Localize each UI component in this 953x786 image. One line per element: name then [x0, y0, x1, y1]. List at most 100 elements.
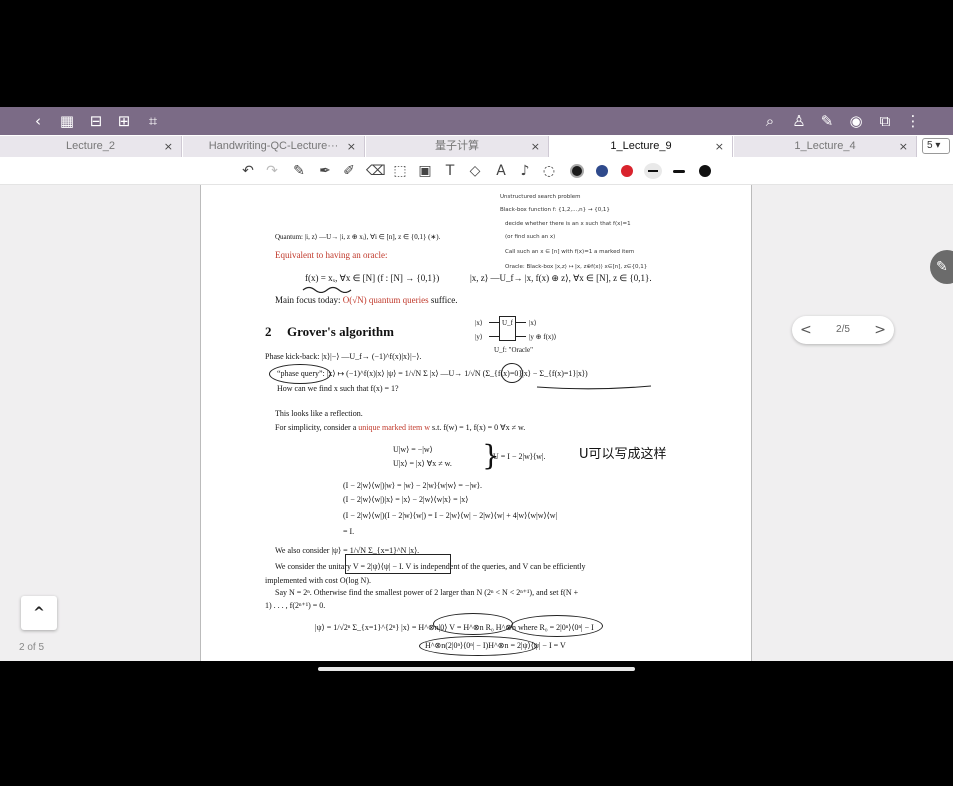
equation-2: (I − 2|w⟩⟨w|)|x⟩ = |x⟩ − 2|w⟩⟨w|x⟩ = |x⟩: [343, 495, 469, 504]
tab-lecture-4[interactable]: 1_Lecture_4 ×: [734, 136, 917, 157]
color-red-swatch[interactable]: [621, 165, 633, 177]
page-indicator: 2 of 5: [19, 642, 45, 653]
circuit-caption: U_f: "Oracle": [494, 346, 533, 354]
back-icon[interactable]: ‹: [28, 111, 48, 131]
more-icon[interactable]: ⋮: [903, 111, 923, 131]
scroll-top-button[interactable]: ^: [21, 596, 57, 630]
lasso-icon[interactable]: ⬚: [391, 162, 409, 180]
handwritten-note: Black-box function f: {1,2,...,n} → {0,1…: [500, 207, 610, 213]
tab-handwriting-qc[interactable]: Handwriting-QC-Lecture··· ×: [183, 136, 365, 157]
page-counter: 2/5: [836, 324, 850, 335]
text-icon[interactable]: T: [441, 162, 459, 180]
tab-quantum-computing[interactable]: 量子计算 ×: [366, 136, 549, 157]
simplicity-pre: For simplicity, consider a: [275, 423, 359, 432]
tab-lecture-9[interactable]: 1_Lecture_9 ×: [550, 136, 733, 157]
quantum-line: Quantum: |i, z⟩ —U→ |i, z ⊕ xᵢ⟩, ∀i ∈ [n…: [275, 233, 441, 241]
u-on-w: U|w⟩ = −|w⟩: [393, 445, 433, 454]
u-on-x: U|x⟩ = |x⟩ ∀x ≠ w.: [393, 459, 452, 468]
handwritten-note: U可以写成这样: [579, 447, 667, 462]
say-line-continued: 1) . . . , f(2ⁿ⁺¹) = 0.: [265, 601, 326, 610]
tab-lecture-2[interactable]: Lecture_2 ×: [0, 136, 182, 157]
close-icon[interactable]: ×: [164, 136, 173, 157]
sticker-icon[interactable]: ◌: [540, 162, 558, 180]
equation-4: = I.: [343, 527, 355, 536]
simplicity-highlight: unique marked item w: [358, 423, 431, 432]
tab-label: 1_Lecture_4: [794, 140, 856, 152]
circuit-wire: [489, 336, 499, 337]
image-icon[interactable]: ▣: [416, 162, 434, 180]
equivalent-oracle: Equivalent to having an oracle:: [275, 250, 388, 260]
main-focus-highlight: O(√N) quantum queries: [342, 295, 429, 305]
find-x-question: How can we find x such that f(x) = 1?: [277, 384, 399, 393]
search-icon[interactable]: ⌕: [760, 111, 780, 131]
marker-icon[interactable]: ✐: [340, 162, 358, 180]
close-icon[interactable]: ×: [347, 136, 356, 157]
close-icon[interactable]: ×: [715, 136, 724, 157]
highlighter-icon[interactable]: ✒: [316, 162, 334, 180]
home-indicator[interactable]: [318, 667, 635, 671]
ocr-icon[interactable]: A: [492, 162, 510, 180]
reflection-text: This looks like a reflection.: [275, 409, 363, 418]
ink-circle: [419, 636, 537, 656]
circuit-input-y: |y⟩: [475, 333, 483, 341]
drawing-toolbar: ↶ ↷ ✎ ✒ ✐ ⌫ ⬚ ▣ T ◇ A ♪ ◌: [0, 157, 953, 185]
ink-circle: [269, 364, 331, 384]
color-black-swatch[interactable]: [570, 164, 584, 178]
next-page-button[interactable]: >: [874, 316, 886, 344]
tab-bar: Lecture_2 × Handwriting-QC-Lecture··· × …: [0, 135, 953, 157]
stroke-medium-option[interactable]: [673, 170, 685, 173]
implemented-line: implemented with cost O(log N).: [265, 576, 371, 585]
squiggle-underline: [302, 286, 352, 293]
document-page[interactable]: Unstructured search problem Black-box fu…: [200, 185, 752, 661]
handwritten-note: decide whether there is an x such that f…: [505, 221, 631, 227]
eraser-icon[interactable]: ⌫: [366, 162, 386, 180]
circuit-input-x: |x⟩: [475, 319, 483, 327]
eye-icon[interactable]: ◉: [846, 111, 866, 131]
circuit-gate-uf: U_f: [499, 316, 516, 341]
circuit-wire: [516, 322, 526, 323]
equation-1: (I − 2|w⟩⟨w|)|w⟩ = |w⟩ − 2|w⟩⟨w|w⟩ = −|w…: [343, 481, 482, 490]
undo-icon[interactable]: ↶: [239, 162, 257, 180]
tab-label: Lecture_2: [66, 140, 115, 152]
add-page-icon[interactable]: ⊞: [114, 111, 134, 131]
grid-icon[interactable]: ▦: [57, 111, 77, 131]
ink-box: [345, 554, 451, 574]
shape-icon[interactable]: ◇: [466, 162, 484, 180]
main-focus-post: suffice.: [428, 295, 458, 305]
handwritten-note: (or find such an x): [505, 234, 556, 240]
pen-icon[interactable]: ✎: [817, 111, 837, 131]
tab-label: 1_Lecture_9: [610, 140, 672, 152]
ink-circle: [433, 613, 513, 635]
tab-label: 量子计算: [435, 140, 479, 152]
prev-page-button[interactable]: <: [800, 316, 812, 344]
simplicity-text: For simplicity, consider a unique marked…: [275, 422, 525, 433]
mic-icon[interactable]: ♪: [516, 162, 534, 180]
stroke-thin-option[interactable]: [644, 163, 662, 179]
main-focus: Main focus today: O(√N) quantum queries …: [275, 295, 458, 306]
f-definition: f(x) = xₓ, ∀x ∈ [N] (f : [N] → {0,1}): [305, 273, 440, 283]
phase-kickback: Phase kick-back: |x⟩|−⟩ —U_f→ (−1)^f(x)|…: [265, 352, 422, 361]
stroke-thick-option[interactable]: [699, 165, 711, 177]
redo-icon[interactable]: ↷: [263, 162, 281, 180]
say-line: Say N = 2ⁿ. Otherwise find the smallest …: [275, 588, 579, 597]
section-title: Grover's algorithm: [287, 324, 394, 339]
color-blue-swatch[interactable]: [596, 165, 608, 177]
handwritten-note: Oracle: Black-box |x,z⟩ ↦ |x, z⊕f(x)⟩ x∈…: [505, 264, 648, 270]
u-definition: U = I − 2|w⟩⟨w|.: [493, 452, 546, 461]
simplicity-post: s.t. f(w) = 1, f(x) = 0 ∀x ≠ w.: [430, 423, 526, 432]
close-icon[interactable]: ×: [899, 136, 908, 157]
app-top-bar: ‹ ▦ ⊟ ⊞ ⌗ ⌕ ♙ ✎ ◉ ⧉ ⋮: [0, 107, 953, 135]
copy-icon[interactable]: ⧉: [875, 111, 895, 131]
ink-circle: [511, 615, 603, 637]
circuit-output-x: |x⟩: [529, 319, 537, 327]
tab-count-dropdown[interactable]: 5 ▾: [922, 138, 950, 154]
shirt-icon[interactable]: ♙: [789, 111, 809, 131]
page-navigator: < 2/5 >: [792, 316, 894, 344]
pen-icon[interactable]: ✎: [290, 162, 308, 180]
bookmark-icon[interactable]: ⊟: [86, 111, 106, 131]
ink-circle: [501, 363, 523, 383]
close-icon[interactable]: ×: [531, 136, 540, 157]
crop-icon[interactable]: ⌗: [143, 111, 163, 131]
main-focus-pre: Main focus today:: [275, 295, 343, 305]
section-number: 2: [265, 324, 272, 339]
